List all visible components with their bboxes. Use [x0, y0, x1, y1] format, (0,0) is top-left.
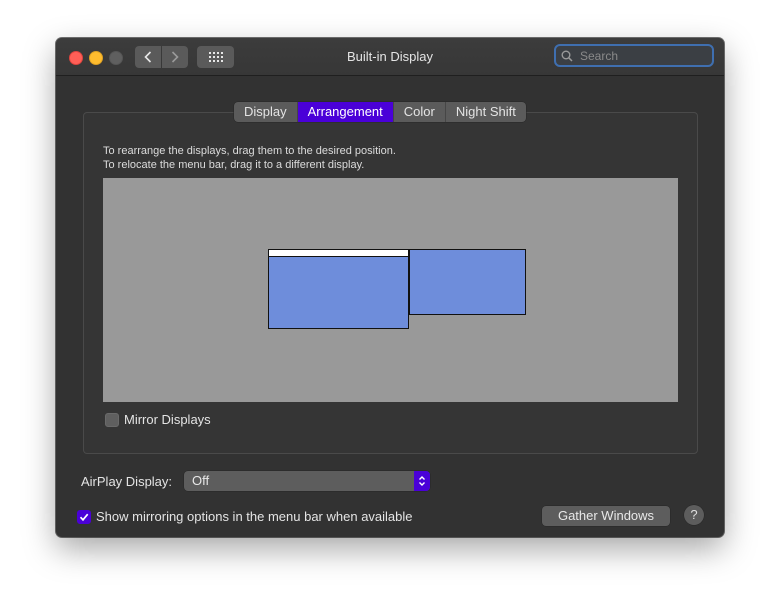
show-mirroring-label: Show mirroring options in the menu bar w… — [96, 509, 413, 524]
main-display-thumbnail[interactable] — [268, 249, 409, 329]
arrangement-instructions: To rearrange the displays, drag them to … — [103, 144, 396, 172]
help-button[interactable]: ? — [684, 505, 704, 525]
mirror-displays-label: Mirror Displays — [124, 412, 211, 427]
show-mirroring-row[interactable]: Show mirroring options in the menu bar w… — [77, 509, 413, 524]
secondary-display-thumbnail[interactable] — [409, 249, 526, 315]
mirror-displays-checkbox[interactable] — [105, 412, 119, 427]
magnifier-icon — [561, 50, 573, 62]
tab-bar: Display Arrangement Color Night Shift — [234, 102, 526, 122]
titlebar: Built-in Display — [56, 38, 724, 76]
tab-color[interactable]: Color — [394, 102, 446, 122]
menu-bar-indicator[interactable] — [269, 250, 408, 257]
checkmark-icon — [79, 513, 89, 521]
instruction-line-2: To relocate the menu bar, drag it to a d… — [103, 159, 365, 171]
up-down-chevron-icon — [414, 471, 430, 491]
airplay-display-label: AirPlay Display: — [81, 474, 173, 489]
search-field[interactable] — [554, 44, 714, 67]
instruction-line-1: To rearrange the displays, drag them to … — [103, 145, 396, 157]
tab-night-shift[interactable]: Night Shift — [446, 102, 526, 122]
display-arrangement-area — [103, 178, 678, 402]
airplay-display-popup[interactable]: Off — [184, 471, 430, 491]
mirror-displays-row[interactable]: Mirror Displays — [105, 412, 211, 427]
tab-arrangement[interactable]: Arrangement — [297, 102, 394, 122]
show-mirroring-checkbox[interactable] — [77, 509, 91, 524]
system-preferences-window: Built-in Display Display Arrangement Col… — [56, 38, 724, 537]
airplay-display-value: Off — [192, 473, 210, 488]
gather-windows-button[interactable]: Gather Windows — [542, 506, 670, 526]
tab-display[interactable]: Display — [234, 102, 298, 122]
search-input[interactable] — [578, 47, 702, 64]
